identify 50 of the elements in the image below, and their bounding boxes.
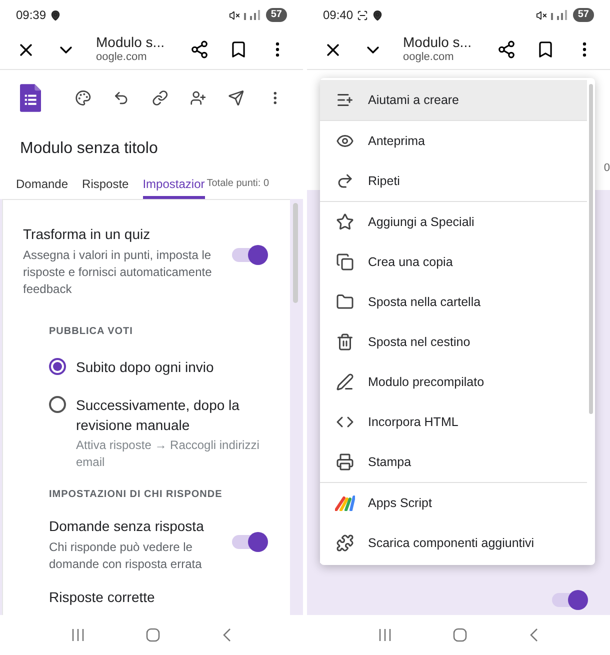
status-time: 09:39 xyxy=(16,7,46,24)
mute-icon xyxy=(536,10,547,20)
setting-description: Chi risponde può vedere le domande con risposta errata xyxy=(49,539,203,573)
recent-apps-icon[interactable] xyxy=(70,629,85,641)
total-points: 0 xyxy=(604,160,610,176)
home-icon[interactable] xyxy=(146,628,160,642)
bookmark-icon[interactable] xyxy=(229,40,248,59)
share-icon[interactable] xyxy=(497,40,516,59)
send-icon[interactable] xyxy=(228,88,245,108)
setting-title: Risposte corrette xyxy=(49,588,156,607)
total-points: Totale punti: 0 xyxy=(206,177,270,191)
section-heading: IMPOSTAZIONI DI CHI RISPONDE xyxy=(49,488,224,502)
section-heading: PUBBLICA VOTI xyxy=(49,325,134,339)
location-icon xyxy=(50,10,62,20)
page-url: oogle.com xyxy=(403,51,455,66)
location-icon xyxy=(372,10,384,20)
menu-item[interactable]: Aiutami a creare xyxy=(320,80,587,120)
option-hint: Attiva risposte → Raccogli indirizzi email xyxy=(76,437,260,471)
toggle-switch[interactable] xyxy=(232,248,266,262)
toggle-switch[interactable] xyxy=(552,593,586,607)
share-icon[interactable] xyxy=(190,40,209,59)
setting-title: Domande senza risposta xyxy=(49,517,205,536)
option-label: Subito dopo ogni invio xyxy=(76,358,215,377)
back-icon[interactable] xyxy=(529,628,540,642)
form-title: Modulo senza titolo xyxy=(19,139,159,159)
option-label: Successivamente, dopo la revisione manuale xyxy=(76,396,240,435)
apps-script-icon xyxy=(335,495,355,511)
mute-icon xyxy=(228,10,240,20)
home-icon[interactable] xyxy=(453,628,468,642)
battery-indicator: 57 xyxy=(572,8,594,22)
back-icon[interactable] xyxy=(222,628,232,642)
setting-title: Trasforma in un quiz xyxy=(23,225,152,244)
screen-record-icon xyxy=(357,10,368,20)
battery-indicator: 57 xyxy=(266,8,287,22)
signal-icon xyxy=(244,10,262,20)
recent-apps-icon[interactable] xyxy=(378,629,392,641)
page-title: Modulo s... xyxy=(403,34,472,52)
page-url: oogle.com xyxy=(96,51,148,66)
radio-button[interactable] xyxy=(49,396,66,413)
setting-description: Assegna i valori in punti, imposta le risposte e fornisci automaticamente feedback xyxy=(23,247,213,298)
link-icon[interactable] xyxy=(152,88,168,108)
tab[interactable]: Domande xyxy=(16,171,68,199)
tab[interactable]: Risposte xyxy=(82,171,129,199)
radio-button[interactable] xyxy=(49,358,66,375)
page-title: Modulo s... xyxy=(96,34,164,52)
palette-icon[interactable] xyxy=(75,88,92,108)
signal-icon xyxy=(550,10,569,20)
toggle-switch[interactable] xyxy=(232,535,266,549)
bookmark-icon[interactable] xyxy=(536,40,555,59)
status-time: 09:40 xyxy=(323,7,354,24)
